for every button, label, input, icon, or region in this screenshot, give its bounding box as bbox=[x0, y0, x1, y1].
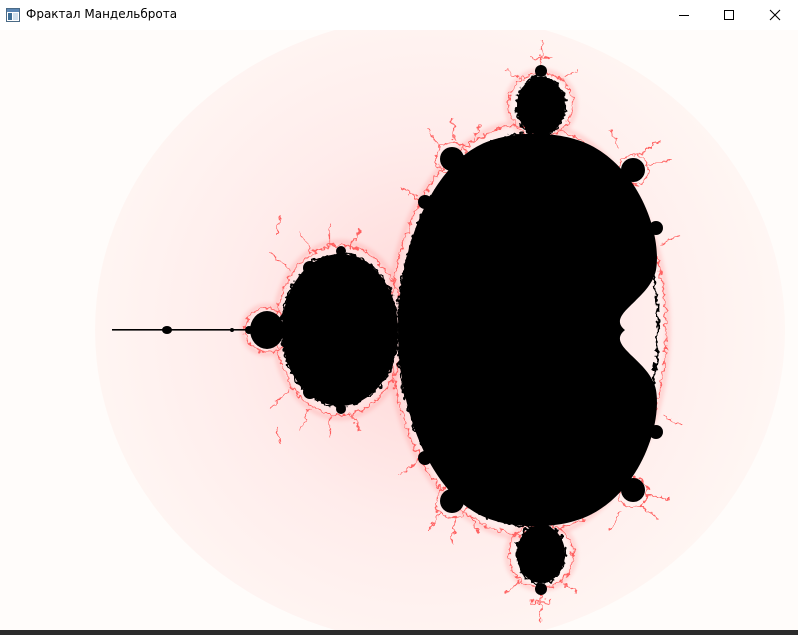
minimize-icon bbox=[679, 15, 689, 16]
close-button[interactable] bbox=[751, 0, 798, 30]
window-title: Фрактал Мандельброта bbox=[26, 7, 178, 21]
close-icon bbox=[769, 9, 780, 21]
app-window-icon bbox=[6, 8, 20, 22]
minimize-button[interactable] bbox=[661, 0, 707, 30]
window-bottom-border bbox=[0, 630, 798, 635]
title-bar[interactable]: Фрактал Мандельброта bbox=[0, 0, 798, 30]
maximize-button[interactable] bbox=[706, 0, 752, 30]
mandelbrot-render bbox=[0, 30, 798, 630]
app-window: Фрактал Мандельброта bbox=[0, 0, 798, 635]
fractal-canvas[interactable] bbox=[0, 30, 798, 630]
maximize-icon bbox=[724, 10, 734, 20]
